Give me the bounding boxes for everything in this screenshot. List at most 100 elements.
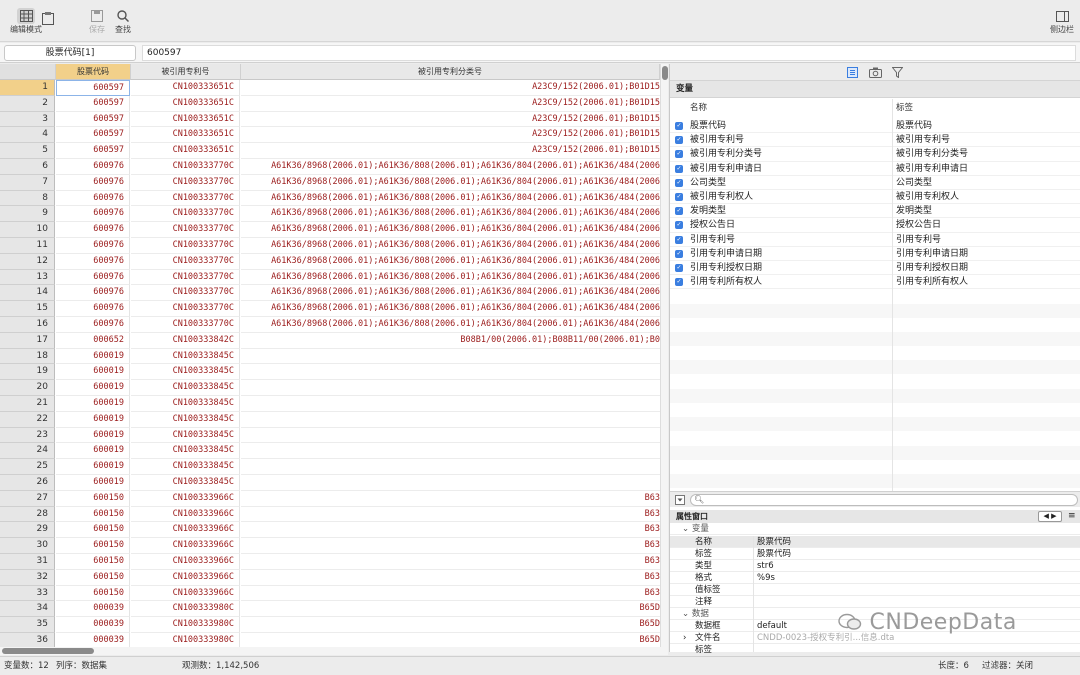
- variable-row[interactable]: ✓ 引用专利所有权人 引用专利所有权人: [670, 275, 1080, 290]
- cell-patent-class[interactable]: A23C9/152(2006.01);B01D15: [241, 112, 660, 128]
- row-number[interactable]: 26: [0, 475, 55, 491]
- row-number[interactable]: 32: [0, 569, 55, 586]
- table-row[interactable]: 5 600597 CN100333651C A23C9/152(2006.01);B0…: [0, 143, 660, 159]
- variable-checkbox[interactable]: ✓: [675, 221, 683, 230]
- cell-patent-class[interactable]: A61K36/8968(2006.01);A61K36/808(2006.01)…: [241, 175, 660, 191]
- property-row[interactable]: 名称 股票代码: [670, 536, 1080, 548]
- col-name-header[interactable]: 名称: [690, 99, 707, 117]
- cell-patent-no[interactable]: CN100333842C: [131, 332, 240, 349]
- variable-row[interactable]: ✓ 被引用专利申请日 被引用专利申请日: [670, 162, 1080, 176]
- cell-patent-no[interactable]: CN100333770C: [131, 301, 240, 317]
- variable-checkbox[interactable]: ✓: [675, 164, 683, 173]
- row-number[interactable]: 24: [0, 443, 55, 460]
- table-row[interactable]: 11 600976 CN100333770C A61K36/8968(2006.01)…: [0, 238, 660, 254]
- row-number[interactable]: 31: [0, 554, 55, 570]
- row-number[interactable]: 19: [0, 364, 55, 381]
- table-row[interactable]: 22 600019 CN100333845C: [0, 411, 660, 428]
- row-number[interactable]: 8: [0, 190, 55, 207]
- cell-stock-code[interactable]: 600976: [56, 238, 130, 254]
- cell-patent-no[interactable]: CN100333966C: [131, 585, 240, 602]
- cell-stock-code[interactable]: 600019: [56, 475, 130, 491]
- cell-stock-code[interactable]: 600150: [56, 522, 130, 539]
- table-row[interactable]: 15 600976 CN100333770C A61K36/8968(2006.01)…: [0, 301, 660, 317]
- cell-patent-no[interactable]: CN100333845C: [131, 348, 240, 365]
- row-number[interactable]: 18: [0, 348, 55, 365]
- cell-stock-code[interactable]: 600019: [56, 459, 130, 475]
- cell-patent-no[interactable]: CN100333770C: [131, 238, 240, 254]
- property-group-variable[interactable]: ⌄ 变量: [670, 523, 1080, 535]
- cell-stock-code[interactable]: 600976: [56, 269, 130, 286]
- table-row[interactable]: 32 600150 CN100333966C B63: [0, 569, 660, 586]
- col-label-header[interactable]: 标签: [896, 99, 913, 117]
- cell-stock-code[interactable]: 600019: [56, 364, 130, 381]
- row-number[interactable]: 2: [0, 95, 55, 112]
- cell-patent-class[interactable]: A61K36/8968(2006.01);A61K36/808(2006.01)…: [241, 222, 660, 238]
- row-number[interactable]: 28: [0, 506, 55, 523]
- cell-patent-no[interactable]: CN100333651C: [131, 80, 240, 96]
- property-value[interactable]: default: [757, 620, 787, 632]
- cell-patent-no[interactable]: CN100333651C: [131, 95, 240, 112]
- properties-nav-arrows[interactable]: ◀ ▶: [1038, 511, 1062, 522]
- cell-patent-class[interactable]: A61K36/8968(2006.01);A61K36/808(2006.01)…: [241, 238, 660, 254]
- find-button[interactable]: 查找: [114, 8, 132, 35]
- table-row[interactable]: 28 600150 CN100333966C B63: [0, 506, 660, 523]
- cell-patent-class[interactable]: B63: [241, 538, 660, 554]
- cell-stock-code[interactable]: 600597: [56, 80, 130, 96]
- current-variable-name[interactable]: 股票代码[1]: [4, 45, 136, 61]
- vertical-scrollbar[interactable]: [660, 64, 668, 652]
- variable-row[interactable]: ✓ 股票代码 股票代码: [670, 119, 1080, 134]
- cell-patent-class[interactable]: A61K36/8968(2006.01);A61K36/808(2006.01)…: [241, 159, 660, 175]
- cell-stock-code[interactable]: 600019: [56, 443, 130, 460]
- cell-patent-class[interactable]: B63: [241, 586, 660, 602]
- row-number[interactable]: 22: [0, 411, 55, 428]
- cell-patent-no[interactable]: CN100333651C: [131, 143, 240, 159]
- cell-patent-class[interactable]: A23C9/152(2006.01);B01D15: [241, 80, 660, 96]
- cell-patent-no[interactable]: CN100333845C: [131, 396, 240, 412]
- cell-stock-code[interactable]: 600150: [56, 538, 130, 554]
- horizontal-scrollbar[interactable]: [0, 647, 668, 655]
- cell-stock-code[interactable]: 600976: [56, 206, 130, 223]
- cell-patent-no[interactable]: CN100333966C: [131, 522, 240, 539]
- edit-mode-button[interactable]: 编辑模式: [10, 8, 42, 35]
- cell-stock-code[interactable]: 600150: [56, 585, 130, 602]
- column-header-stock-code[interactable]: 股票代码: [56, 64, 131, 80]
- filter-funnel-icon[interactable]: [891, 67, 904, 81]
- row-number[interactable]: 13: [0, 269, 55, 286]
- properties-menu-icon[interactable]: ≡: [1068, 511, 1076, 521]
- table-row[interactable]: 33 600150 CN100333966C B63: [0, 585, 660, 602]
- clipboard-button[interactable]: [39, 10, 57, 26]
- cell-stock-code[interactable]: 000039: [56, 601, 130, 618]
- property-row[interactable]: 注释: [670, 596, 1080, 608]
- expand-chevron-icon[interactable]: ›: [683, 632, 686, 644]
- cell-patent-class[interactable]: A23C9/152(2006.01);B01D15: [241, 127, 660, 144]
- row-number[interactable]: 9: [0, 206, 55, 223]
- property-value[interactable]: str6: [757, 560, 774, 572]
- cell-stock-code[interactable]: 000039: [56, 617, 130, 633]
- property-row[interactable]: 标签 股票代码: [670, 548, 1080, 560]
- cell-stock-code[interactable]: 600019: [56, 411, 130, 428]
- cell-patent-no[interactable]: CN100333770C: [131, 269, 240, 286]
- table-row[interactable]: 25 600019 CN100333845C: [0, 459, 660, 475]
- cell-patent-class[interactable]: [241, 364, 660, 381]
- cell-patent-no[interactable]: CN100333770C: [131, 222, 240, 238]
- property-value[interactable]: %9s: [757, 572, 775, 584]
- table-row[interactable]: 4 600597 CN100333651C A23C9/152(2006.01);B0…: [0, 127, 660, 144]
- cell-patent-no[interactable]: CN100333980C: [131, 601, 240, 618]
- cell-patent-no[interactable]: CN100333966C: [131, 569, 240, 586]
- horizontal-scroll-thumb[interactable]: [2, 648, 94, 654]
- variable-checkbox[interactable]: ✓: [675, 193, 683, 201]
- cell-patent-no[interactable]: CN100333651C: [131, 111, 240, 128]
- table-row[interactable]: 8 600976 CN100333770C A61K36/8968(2006.01);…: [0, 190, 660, 207]
- table-row[interactable]: 30 600150 CN100333966C B63: [0, 538, 660, 554]
- table-row[interactable]: 20 600019 CN100333845C: [0, 380, 660, 396]
- table-row[interactable]: 34 000039 CN100333980C B65D: [0, 601, 660, 618]
- cell-stock-code[interactable]: 600976: [56, 285, 130, 302]
- variables-tab-icon[interactable]: [847, 67, 858, 81]
- cell-stock-code[interactable]: 600976: [56, 190, 130, 207]
- table-row[interactable]: 29 600150 CN100333966C B63: [0, 522, 660, 539]
- cell-patent-class[interactable]: A61K36/8968(2006.01);A61K36/808(2006.01)…: [241, 206, 660, 223]
- row-number[interactable]: 3: [0, 111, 55, 128]
- table-row[interactable]: 35 000039 CN100333980C B65D: [0, 617, 660, 633]
- table-row[interactable]: 24 600019 CN100333845C: [0, 443, 660, 460]
- cell-patent-class[interactable]: B08B1/00(2006.01);B08B11/00(2006.01);B0: [241, 333, 660, 349]
